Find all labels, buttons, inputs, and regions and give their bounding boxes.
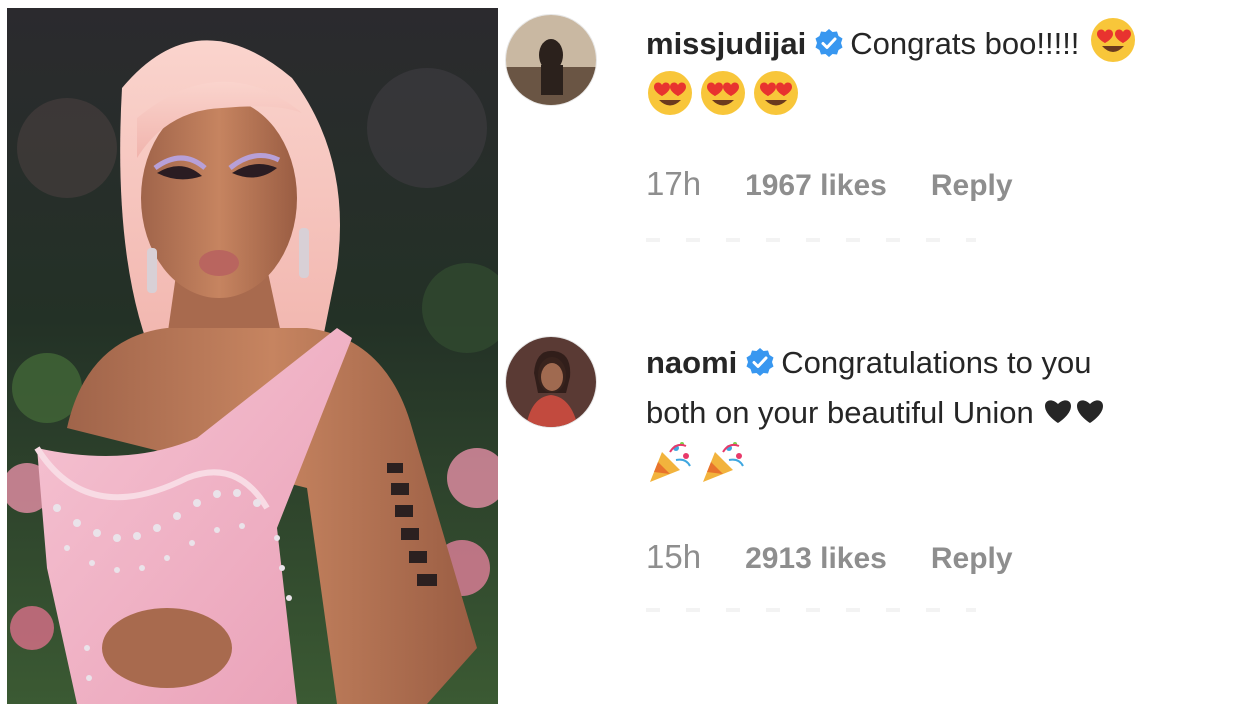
heart-eyes-icon bbox=[1089, 16, 1137, 64]
comments-panel: missjudijai Congrats boo!!!!! 17h 1967 lik… bbox=[498, 0, 1250, 710]
reply-button[interactable]: Reply bbox=[931, 169, 1013, 202]
divider bbox=[646, 608, 976, 612]
divider bbox=[646, 238, 976, 242]
likes-count[interactable]: 2913 likes bbox=[745, 542, 887, 575]
heart-eyes-icon bbox=[646, 69, 694, 117]
comment-body-line2: both on your beautiful Union bbox=[646, 395, 1034, 430]
avatar-image-naomi bbox=[506, 337, 596, 427]
post-photo bbox=[7, 8, 498, 704]
heart-eyes-icon bbox=[752, 69, 800, 117]
comment-time: 15h bbox=[646, 538, 702, 575]
likes-count[interactable]: 1967 likes bbox=[745, 169, 887, 202]
comment-body-line1: Congratulations to you bbox=[781, 345, 1092, 380]
black-heart-icon bbox=[1042, 395, 1074, 427]
avatar[interactable] bbox=[505, 336, 597, 428]
comment-time: 17h bbox=[646, 165, 702, 202]
party-popper-icon bbox=[646, 438, 694, 486]
photo-illustration bbox=[7, 8, 498, 704]
verified-badge-icon bbox=[745, 347, 775, 377]
comment-text: missjudijai Congrats boo!!!!! bbox=[646, 16, 1250, 122]
avatar[interactable] bbox=[505, 14, 597, 106]
comment-text: naomi Congratulations to you both on your… bbox=[646, 338, 1250, 491]
verified-badge-icon bbox=[814, 28, 844, 58]
username[interactable]: naomi bbox=[646, 345, 737, 380]
reply-button[interactable]: Reply bbox=[931, 542, 1013, 575]
comment-meta: 17h 1967 likes Reply bbox=[646, 165, 1013, 203]
comment-body: Congrats boo!!!!! bbox=[850, 26, 1080, 61]
username[interactable]: missjudijai bbox=[646, 26, 806, 61]
party-popper-icon bbox=[699, 438, 747, 486]
black-heart-icon bbox=[1074, 395, 1106, 427]
heart-eyes-icon bbox=[699, 69, 747, 117]
avatar-image-missjudijai bbox=[506, 15, 596, 105]
comment-meta: 15h 2913 likes Reply bbox=[646, 538, 1013, 576]
